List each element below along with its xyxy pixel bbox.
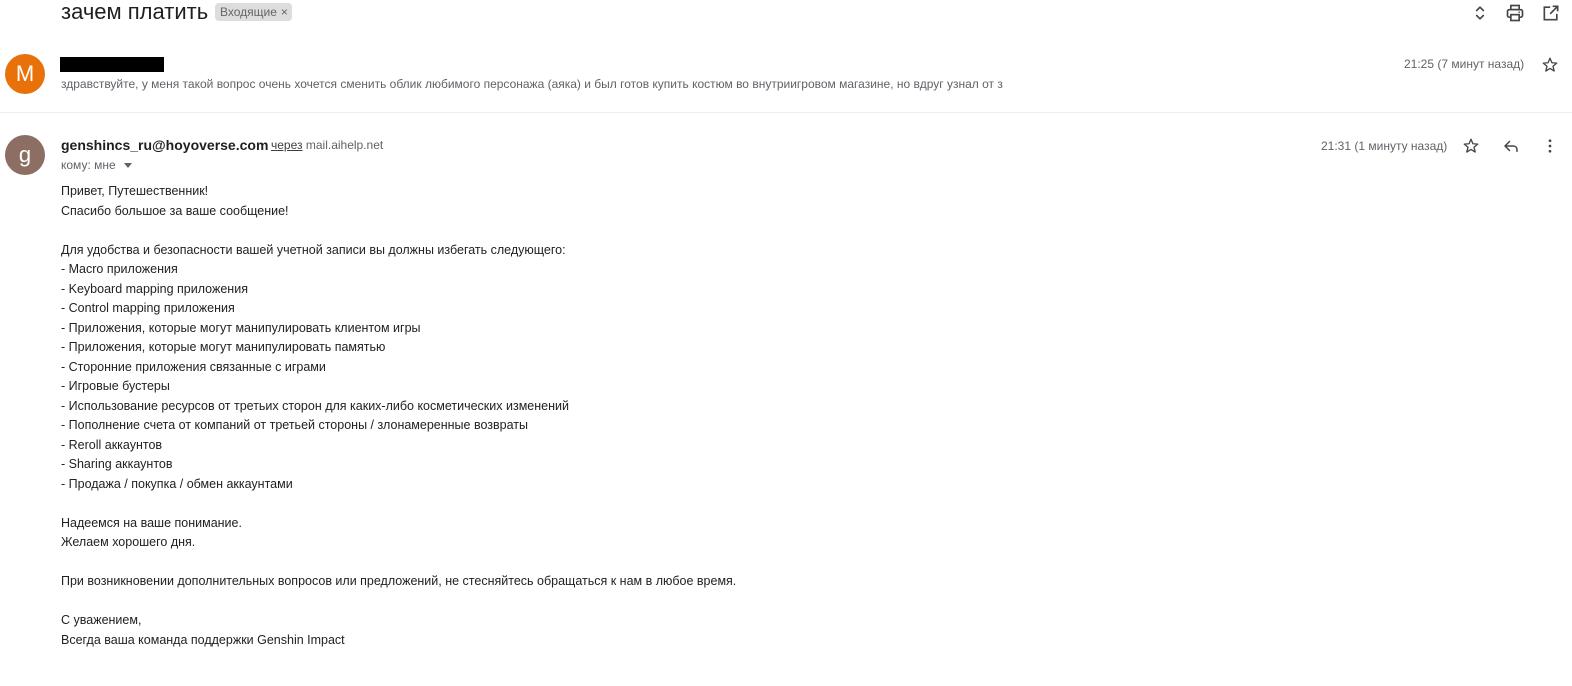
recipient-text: кому: мне	[61, 158, 116, 172]
body-line: - Использование ресурсов от третьих стор…	[61, 398, 569, 413]
collapsed-message[interactable]: M здравствуйте, у меня такой вопрос очен…	[0, 46, 1572, 113]
avatar-letter: g	[18, 142, 32, 167]
body-line: - Sharing аккаунтов	[61, 457, 173, 471]
message-body: Привет, Путешественник! Спасибо большое з…	[61, 182, 1261, 650]
label-chip-inbox[interactable]: Входящие ×	[215, 3, 292, 21]
body-line: Всегда ваша команда поддержки Genshin Im…	[61, 632, 345, 647]
expanded-message: g genshincs_ru@hoyoverse.com через mail.…	[0, 124, 1572, 684]
avatar: g	[5, 135, 45, 175]
unfold-icon[interactable]	[1469, 2, 1491, 24]
body-line: - Control mapping приложения	[61, 301, 235, 315]
message-snippet: здравствуйте, у меня такой вопрос очень …	[61, 77, 1003, 91]
body-line: При возникновении дополнительных вопросо…	[61, 574, 737, 588]
more-options-icon[interactable]	[1538, 134, 1562, 158]
body-line: - Сторонние приложения связанные с играм…	[61, 359, 326, 374]
open-in-new-window-icon[interactable]	[1540, 2, 1562, 24]
print-icon[interactable]	[1504, 2, 1526, 24]
message-time: 21:31 (1 минуту назад)	[1321, 139, 1448, 153]
recipient-details[interactable]: кому: мне	[61, 157, 132, 173]
body-line: С уважением,	[61, 613, 142, 627]
star-icon[interactable]	[1538, 53, 1562, 77]
body-line: - Reroll аккаунтов	[61, 437, 163, 452]
star-icon[interactable]	[1459, 134, 1483, 158]
message-time: 21:25 (7 минут назад)	[1404, 57, 1525, 71]
via-link[interactable]: через	[271, 138, 303, 152]
via-info: через mail.aihelp.net	[271, 137, 383, 153]
thread-header: зачем платить Входящие ×	[0, 0, 1572, 30]
avatar-letter: M	[15, 61, 35, 86]
body-line: Спасибо большое за ваше сообщение!	[61, 203, 289, 218]
remove-label-icon[interactable]: ×	[281, 3, 288, 21]
body-line: - Приложения, которые могут манипулирова…	[61, 340, 386, 354]
avatar: M	[5, 54, 45, 94]
body-line: Надеемся на ваше понимание.	[61, 515, 242, 530]
redacted-sender-name	[60, 57, 164, 72]
chevron-down-icon[interactable]	[123, 162, 132, 168]
body-line: Для удобства и безопасности вашей учетно…	[61, 242, 566, 257]
label-chip-text: Входящие	[220, 5, 277, 19]
body-line: Желаем хорошего дня.	[61, 535, 196, 549]
via-domain: mail.aihelp.net	[305, 138, 384, 152]
body-line: Привет, Путешественник!	[61, 184, 209, 198]
body-line: - Игровые бустеры	[61, 379, 170, 393]
body-line: - Macro приложения	[61, 262, 178, 276]
body-line: - Пополнение счета от компаний от третье…	[61, 418, 528, 432]
body-line: - Продажа / покупка / обмен аккаунтами	[61, 476, 293, 491]
sender-email[interactable]: genshincs_ru@hoyoverse.com	[61, 136, 268, 154]
body-line: - Keyboard mapping приложения	[61, 281, 248, 296]
thread-subject: зачем платить	[61, 0, 209, 24]
reply-icon[interactable]	[1499, 134, 1523, 158]
body-line: - Приложения, которые могут манипулирова…	[61, 320, 421, 335]
